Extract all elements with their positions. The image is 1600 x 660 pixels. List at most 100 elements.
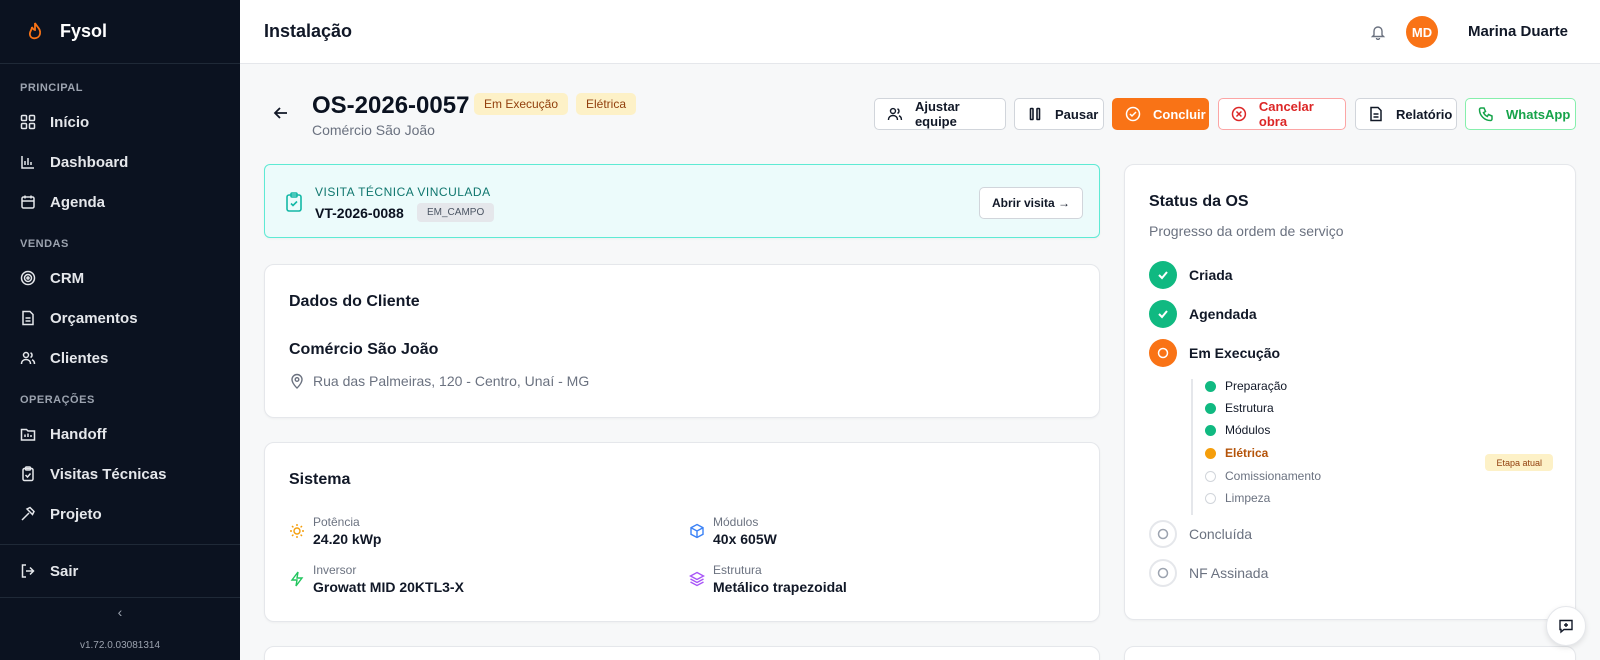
sidebar-item-crm[interactable]: CRM bbox=[0, 258, 240, 298]
substep-comissionamento: Comissionamento bbox=[1205, 469, 1321, 483]
open-visit-button[interactable]: Abrir visita → bbox=[978, 187, 1083, 219]
feedback-button[interactable] bbox=[1546, 606, 1586, 646]
substep-modulos: Módulos bbox=[1205, 423, 1270, 437]
sidebar-item-label: Dashboard bbox=[50, 153, 129, 171]
client-address-text: Rua das Palmeiras, 120 - Centro, Unaí - … bbox=[313, 373, 590, 389]
page-title: Instalação bbox=[264, 21, 353, 41]
sidebar: Fysol PRINCIPAL Início Dashboard Agenda … bbox=[0, 0, 240, 660]
adjust-team-button[interactable]: Ajustar equipe bbox=[874, 98, 1006, 130]
document-icon bbox=[22, 310, 34, 326]
spec-label: Módulos bbox=[713, 515, 759, 529]
substep-estrutura: Estrutura bbox=[1205, 401, 1274, 415]
sidebar-item-label: Início bbox=[50, 113, 90, 131]
check-circle-icon bbox=[1125, 106, 1141, 122]
sidebar-item-label: Orçamentos bbox=[50, 309, 138, 327]
spec-inverter: Inversor Growatt MID 20KTL3-X bbox=[289, 563, 464, 595]
finish-label: Concluir bbox=[1153, 106, 1206, 122]
bell-icon[interactable] bbox=[1370, 24, 1386, 40]
grid-icon bbox=[20, 114, 36, 130]
client-card: Dados do Cliente Comércio São João Rua d… bbox=[264, 264, 1100, 418]
step-label: Concluída bbox=[1189, 526, 1253, 542]
sidebar-item-orcamentos[interactable]: Orçamentos bbox=[0, 298, 240, 338]
clipboard-icon bbox=[22, 466, 34, 482]
spec-structure: Estrutura Metálico trapezoidal bbox=[689, 563, 847, 595]
pause-button[interactable]: Pausar bbox=[1014, 98, 1104, 130]
spec-label: Inversor bbox=[313, 563, 357, 577]
cube-icon bbox=[690, 523, 704, 539]
user-name[interactable]: Marina Duarte bbox=[1468, 23, 1568, 40]
adjust-team-label: Ajustar equipe bbox=[914, 99, 960, 129]
dot-icon bbox=[1205, 424, 1216, 436]
spec-power: Potência 24.20 kWp bbox=[289, 515, 381, 547]
substep-label: Limpeza bbox=[1225, 491, 1271, 505]
client-card-title: Dados do Cliente bbox=[289, 293, 420, 310]
sun-icon bbox=[290, 524, 304, 538]
sidebar-item-label: Agenda bbox=[50, 193, 106, 211]
spec-label: Potência bbox=[313, 515, 360, 529]
collapse-sidebar-button[interactable]: ‹ bbox=[0, 604, 240, 620]
next-card-left bbox=[264, 646, 1100, 660]
pause-icon bbox=[1029, 107, 1041, 121]
sidebar-item-dashboard[interactable]: Dashboard bbox=[0, 142, 240, 182]
empty-circle-icon bbox=[1149, 559, 1177, 587]
bolt-icon bbox=[290, 571, 304, 587]
sidebar-item-label: Sair bbox=[50, 562, 79, 580]
sidebar-item-label: Handoff bbox=[50, 425, 107, 443]
sidebar-item-clientes[interactable]: Clientes bbox=[0, 338, 240, 378]
step-criada: Criada bbox=[1149, 261, 1233, 289]
sidebar-item-label: Clientes bbox=[50, 349, 109, 367]
step-concluida: Concluída bbox=[1149, 520, 1252, 548]
system-card: Sistema Potência 24.20 kWp Módulos 40x 605… bbox=[264, 442, 1100, 622]
nav-section-operacoes: OPERAÇÕES bbox=[20, 394, 95, 406]
avatar[interactable]: MD bbox=[1406, 16, 1438, 48]
cancel-work-label: Cancelar obra bbox=[1258, 99, 1314, 129]
spec-value: 40x 605W bbox=[713, 531, 777, 547]
whatsapp-label: WhatsApp bbox=[1506, 106, 1571, 122]
users-icon bbox=[887, 107, 903, 121]
sidebar-item-handoff[interactable]: Handoff bbox=[0, 414, 240, 454]
sidebar-item-projeto[interactable]: Projeto bbox=[0, 494, 240, 534]
sidebar-item-inicio[interactable]: Início bbox=[0, 102, 240, 142]
app-version: v1.72.0.03081314 bbox=[79, 640, 161, 651]
nav-section-principal: PRINCIPAL bbox=[20, 82, 83, 94]
visit-status-chip: EM_CAMPO bbox=[417, 203, 495, 222]
step-nf-assinada: NF Assinada bbox=[1149, 559, 1268, 587]
substep-label: Estrutura bbox=[1225, 401, 1274, 415]
substep-eletrica: Elétrica bbox=[1205, 446, 1268, 460]
back-arrow-icon[interactable] bbox=[272, 104, 290, 122]
linked-visit-label: VISITA TÉCNICA VINCULADA bbox=[315, 185, 491, 199]
system-card-title: Sistema bbox=[289, 471, 351, 488]
message-plus-icon bbox=[1559, 619, 1573, 634]
brand[interactable]: Fysol bbox=[0, 0, 240, 64]
sidebar-item-agenda[interactable]: Agenda bbox=[0, 182, 240, 222]
substep-label: Módulos bbox=[1225, 423, 1271, 437]
bar-chart-icon bbox=[21, 156, 34, 169]
check-icon bbox=[1149, 261, 1177, 289]
report-button[interactable]: Relatório bbox=[1355, 98, 1457, 130]
substep-limpeza: Limpeza bbox=[1205, 491, 1270, 505]
linked-visit-code: VT-2026-0088 bbox=[315, 205, 404, 221]
spec-value: 24.20 kWp bbox=[313, 531, 382, 547]
map-pin-icon bbox=[291, 373, 303, 389]
current-stage-badge: Etapa atual bbox=[1485, 454, 1553, 471]
step-em-execucao: Em Execução bbox=[1149, 339, 1280, 367]
step-label: Agendada bbox=[1189, 306, 1257, 322]
pause-label: Pausar bbox=[1055, 106, 1099, 122]
calendar-icon bbox=[21, 195, 35, 209]
logout-icon bbox=[21, 564, 35, 578]
dot-icon bbox=[1205, 402, 1216, 414]
linked-visit-card: VISITA TÉCNICA VINCULADA VT-2026-0088 EM… bbox=[264, 164, 1100, 238]
cancel-work-button[interactable]: Cancelar obra bbox=[1218, 98, 1346, 130]
step-label: Em Execução bbox=[1189, 345, 1281, 361]
dot-icon bbox=[1205, 447, 1216, 459]
substep-label: Preparação bbox=[1225, 379, 1288, 393]
sidebar-item-visitas-tecnicas[interactable]: Visitas Técnicas bbox=[0, 454, 240, 494]
stage-badge: Elétrica bbox=[576, 93, 637, 115]
spec-value: Growatt MID 20KTL3-X bbox=[313, 579, 464, 595]
whatsapp-button[interactable]: WhatsApp bbox=[1465, 98, 1576, 130]
substep-label: Comissionamento bbox=[1225, 469, 1322, 483]
sidebar-item-label: Visitas Técnicas bbox=[50, 465, 167, 483]
sidebar-item-sair[interactable]: Sair bbox=[0, 551, 240, 591]
dot-icon bbox=[1205, 492, 1216, 504]
finish-button[interactable]: Concluir bbox=[1112, 98, 1209, 130]
